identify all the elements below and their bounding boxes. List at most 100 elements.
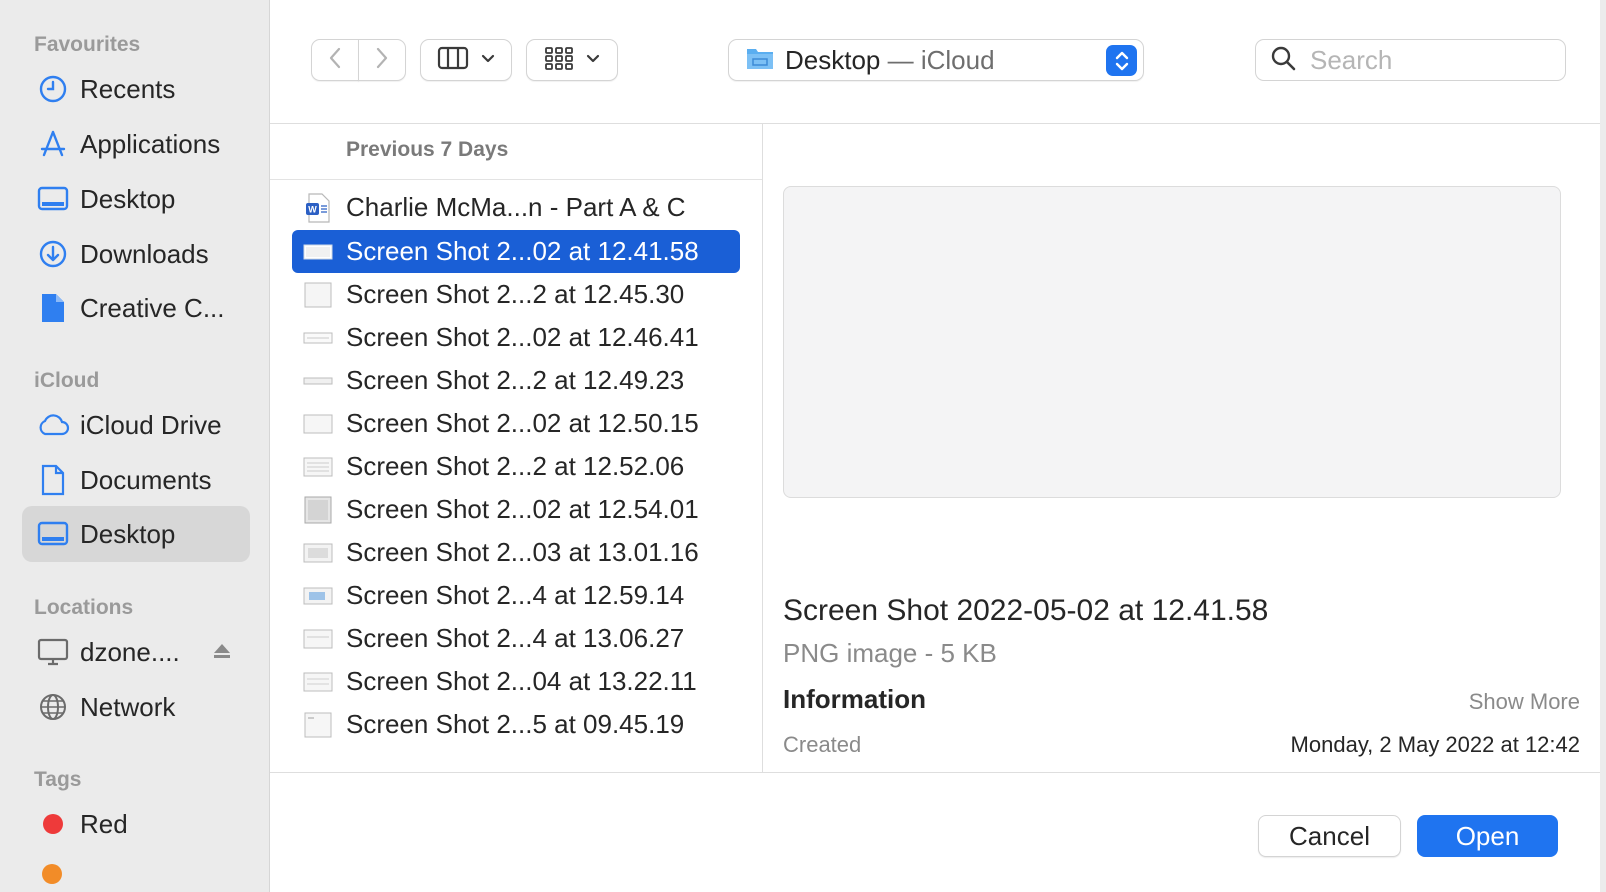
bottom-bar: Cancel Open <box>270 772 1606 892</box>
sidebar-item-label: Desktop <box>80 183 176 214</box>
image-thumbnail-icon <box>302 666 334 698</box>
file-row-selected[interactable]: Screen Shot 2...02 at 12.41.58 <box>292 230 740 273</box>
preview-pane: Screen Shot 2022-05-02 at 12.41.58 PNG i… <box>763 124 1606 772</box>
sidebar-item-network[interactable]: Network <box>22 679 250 735</box>
sidebar-item-label: Creative C... <box>80 292 225 323</box>
tag-color-dot-icon <box>36 807 70 841</box>
search-field[interactable] <box>1255 39 1566 81</box>
image-thumbnail-icon <box>302 236 334 268</box>
back-button[interactable] <box>311 39 359 81</box>
sidebar-item-tag-red[interactable]: Red <box>22 796 250 852</box>
columns-view-icon <box>437 46 469 75</box>
file-name: Charlie McMa...n - Part A & C <box>346 192 686 222</box>
file-name: Screen Shot 2...02 at 12.46.41 <box>346 322 699 352</box>
image-thumbnail-icon <box>302 580 334 612</box>
sidebar-item-desktop[interactable]: Desktop <box>22 171 250 227</box>
image-thumbnail-icon <box>302 709 334 741</box>
folder-icon <box>745 45 775 76</box>
sidebar-item-label: dzone.... <box>80 636 180 667</box>
sidebar-item-downloads[interactable]: Downloads <box>22 226 250 282</box>
search-input[interactable] <box>1308 43 1542 77</box>
sidebar-item-applications[interactable]: Applications <box>22 116 250 172</box>
image-thumbnail-icon <box>302 408 334 440</box>
group-by-button[interactable] <box>526 39 618 81</box>
file-row[interactable]: Screen Shot 2...02 at 12.46.41 <box>292 316 740 359</box>
file-name: Screen Shot 2...02 at 12.54.01 <box>346 494 699 524</box>
information-heading: Information <box>783 684 926 714</box>
file-row[interactable]: W Charlie McMa...n - Part A & C <box>292 186 740 229</box>
chevron-down-icon <box>586 51 600 69</box>
grid-icon <box>544 46 574 75</box>
image-thumbnail-icon <box>302 451 334 483</box>
file-row[interactable]: Screen Shot 2...4 at 13.06.27 <box>292 617 740 660</box>
sidebar-item-creative-cloud[interactable]: Creative C... <box>22 280 250 336</box>
updown-arrows-icon[interactable] <box>1106 45 1137 76</box>
eject-icon[interactable] <box>212 642 232 665</box>
file-row[interactable]: Screen Shot 2...02 at 12.50.15 <box>292 402 740 445</box>
file-row[interactable]: Screen Shot 2...2 at 12.45.30 <box>292 273 740 316</box>
file-name: Screen Shot 2...4 at 13.06.27 <box>346 623 685 653</box>
download-icon <box>36 237 70 271</box>
image-thumbnail-icon <box>302 279 334 311</box>
group-header-label: Previous 7 Days <box>346 138 509 161</box>
document-icon <box>36 291 70 325</box>
chevron-down-icon <box>481 51 495 69</box>
sidebar-item-label: Documents <box>80 464 212 495</box>
location-name: Desktop <box>785 44 881 75</box>
sidebar-item-label: iCloud Drive <box>80 409 222 440</box>
sidebar-item-dzone[interactable]: dzone.... <box>22 624 250 680</box>
location-label: Desktop — iCloud <box>785 45 995 76</box>
sidebar-item-icloud-drive[interactable]: iCloud Drive <box>22 397 250 453</box>
document-icon <box>36 463 70 497</box>
file-name: Screen Shot 2...03 at 13.01.16 <box>346 537 699 567</box>
file-row[interactable]: Screen Shot 2...2 at 12.49.23 <box>292 359 740 402</box>
show-more-link[interactable]: Show More <box>1469 689 1580 715</box>
window-edge <box>1600 0 1606 892</box>
created-label: Created <box>783 732 862 757</box>
favourites-heading: Favourites <box>34 33 141 56</box>
sidebar-item-label: Red <box>80 808 128 839</box>
svg-text:W: W <box>308 204 317 214</box>
clock-icon <box>36 72 70 106</box>
file-name: Screen Shot 2...04 at 13.22.11 <box>346 666 697 696</box>
chevron-right-icon <box>375 46 389 75</box>
icloud-heading: iCloud <box>34 369 100 392</box>
file-name: Screen Shot 2...4 at 12.59.14 <box>346 580 685 610</box>
open-button[interactable]: Open <box>1417 815 1558 857</box>
cloud-icon <box>36 408 70 442</box>
file-row[interactable]: Screen Shot 2...03 at 13.01.16 <box>292 531 740 574</box>
image-thumbnail-icon <box>302 623 334 655</box>
file-name: Screen Shot 2...2 at 12.45.30 <box>346 279 685 309</box>
file-row[interactable]: Screen Shot 2...02 at 12.54.01 <box>292 488 740 531</box>
location-sub: — iCloud <box>880 44 995 75</box>
file-row[interactable]: Screen Shot 2...5 at 09.45.19 <box>292 703 740 746</box>
location-popup[interactable]: Desktop — iCloud <box>728 39 1144 81</box>
image-thumbnail-icon <box>302 537 334 569</box>
sidebar-item-label: Network <box>80 691 176 722</box>
preview-title: Screen Shot 2022-05-02 at 12.41.58 <box>783 594 1269 627</box>
image-thumbnail-icon <box>302 365 334 397</box>
computer-icon <box>36 635 70 669</box>
file-name: Screen Shot 2...02 at 12.50.15 <box>346 408 699 438</box>
file-row[interactable]: Screen Shot 2...2 at 12.52.06 <box>292 445 740 488</box>
view-mode-button[interactable] <box>420 39 512 81</box>
sidebar-item-icloud-desktop[interactable]: Desktop <box>22 506 250 562</box>
word-document-icon: W <box>302 192 334 224</box>
file-row[interactable]: Screen Shot 2...04 at 13.22.11 <box>292 660 740 703</box>
sidebar-item-label: Applications <box>80 128 221 159</box>
created-value: Monday, 2 May 2022 at 12:42 <box>1290 732 1580 757</box>
image-thumbnail-icon <box>302 322 334 354</box>
sidebar-item-label: Downloads <box>80 238 209 269</box>
sidebar-item-label: Desktop <box>80 518 176 549</box>
sidebar-item-recents[interactable]: Recents <box>22 61 250 117</box>
globe-icon <box>36 690 70 724</box>
tags-heading: Tags <box>34 768 82 791</box>
file-name: Screen Shot 2...2 at 12.49.23 <box>346 365 685 395</box>
desktop-icon <box>36 182 70 216</box>
sidebar-item-documents[interactable]: Documents <box>22 452 250 508</box>
forward-button[interactable] <box>358 39 406 81</box>
file-name: Screen Shot 2...5 at 09.45.19 <box>346 709 685 739</box>
cancel-button[interactable]: Cancel <box>1258 815 1401 857</box>
chevron-left-icon <box>328 46 342 75</box>
file-row[interactable]: Screen Shot 2...4 at 12.59.14 <box>292 574 740 617</box>
